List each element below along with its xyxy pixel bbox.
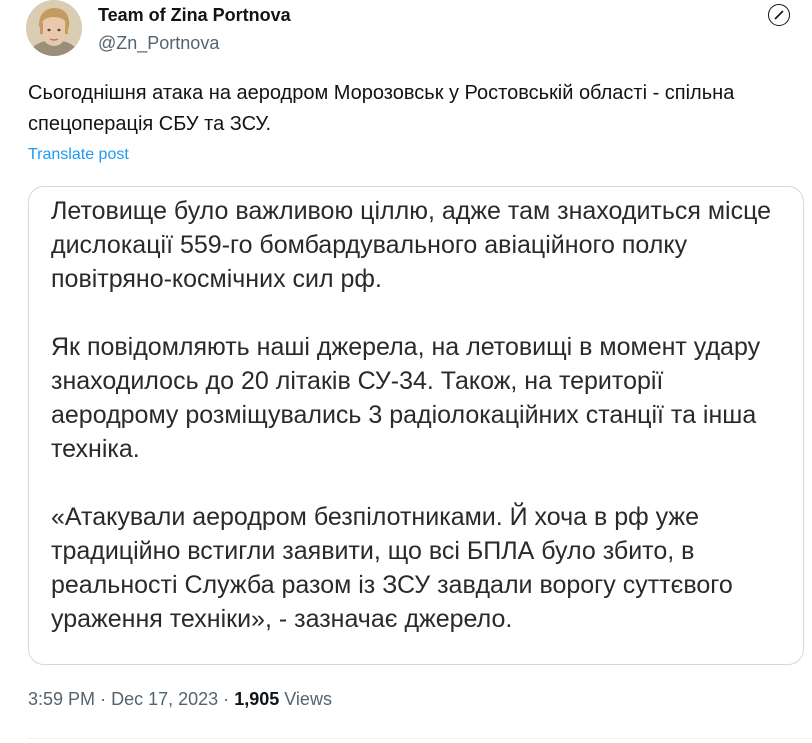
author-block: Team of Zina Portnova @Zn_Portnova — [98, 3, 291, 55]
avatar-portrait-icon — [26, 0, 82, 56]
post-time[interactable]: 3:59 PM — [28, 689, 95, 709]
post-date[interactable]: Dec 17, 2023 — [111, 689, 218, 709]
card-paragraph-2: Як повідомляють наші джерела, на летовищ… — [51, 333, 761, 463]
author-name[interactable]: Team of Zina Portnova — [98, 3, 291, 27]
card-text: Летовище було важливою ціллю, адже там з… — [51, 194, 791, 670]
meta-separator-2: · — [223, 689, 230, 709]
translate-post-link[interactable]: Translate post — [28, 146, 129, 164]
views-label: Views — [284, 689, 332, 709]
grok-icon[interactable] — [768, 4, 790, 26]
card-paragraph-1: Летовище було важливою ціллю, адже там з… — [51, 197, 772, 293]
card-paragraph-3: «Атакували аеродром безпілотниками. Й хо… — [51, 503, 733, 633]
avatar[interactable] — [26, 0, 82, 56]
author-handle[interactable]: @Zn_Portnova — [98, 31, 291, 55]
views-count: 1,905 — [234, 689, 280, 709]
tweet-text: Сьогоднішня атака на аеродром Морозовськ… — [28, 82, 735, 135]
post: Team of Zina Portnova @Zn_Portnova Сього… — [0, 0, 812, 743]
post-meta: 3:59 PM · Dec 17, 2023 · 1,905 Views — [28, 689, 332, 710]
slash-circle-icon — [774, 10, 784, 20]
image-card[interactable]: Летовище було важливою ціллю, адже там з… — [28, 186, 804, 665]
meta-separator: · — [100, 689, 107, 709]
divider — [28, 738, 812, 739]
